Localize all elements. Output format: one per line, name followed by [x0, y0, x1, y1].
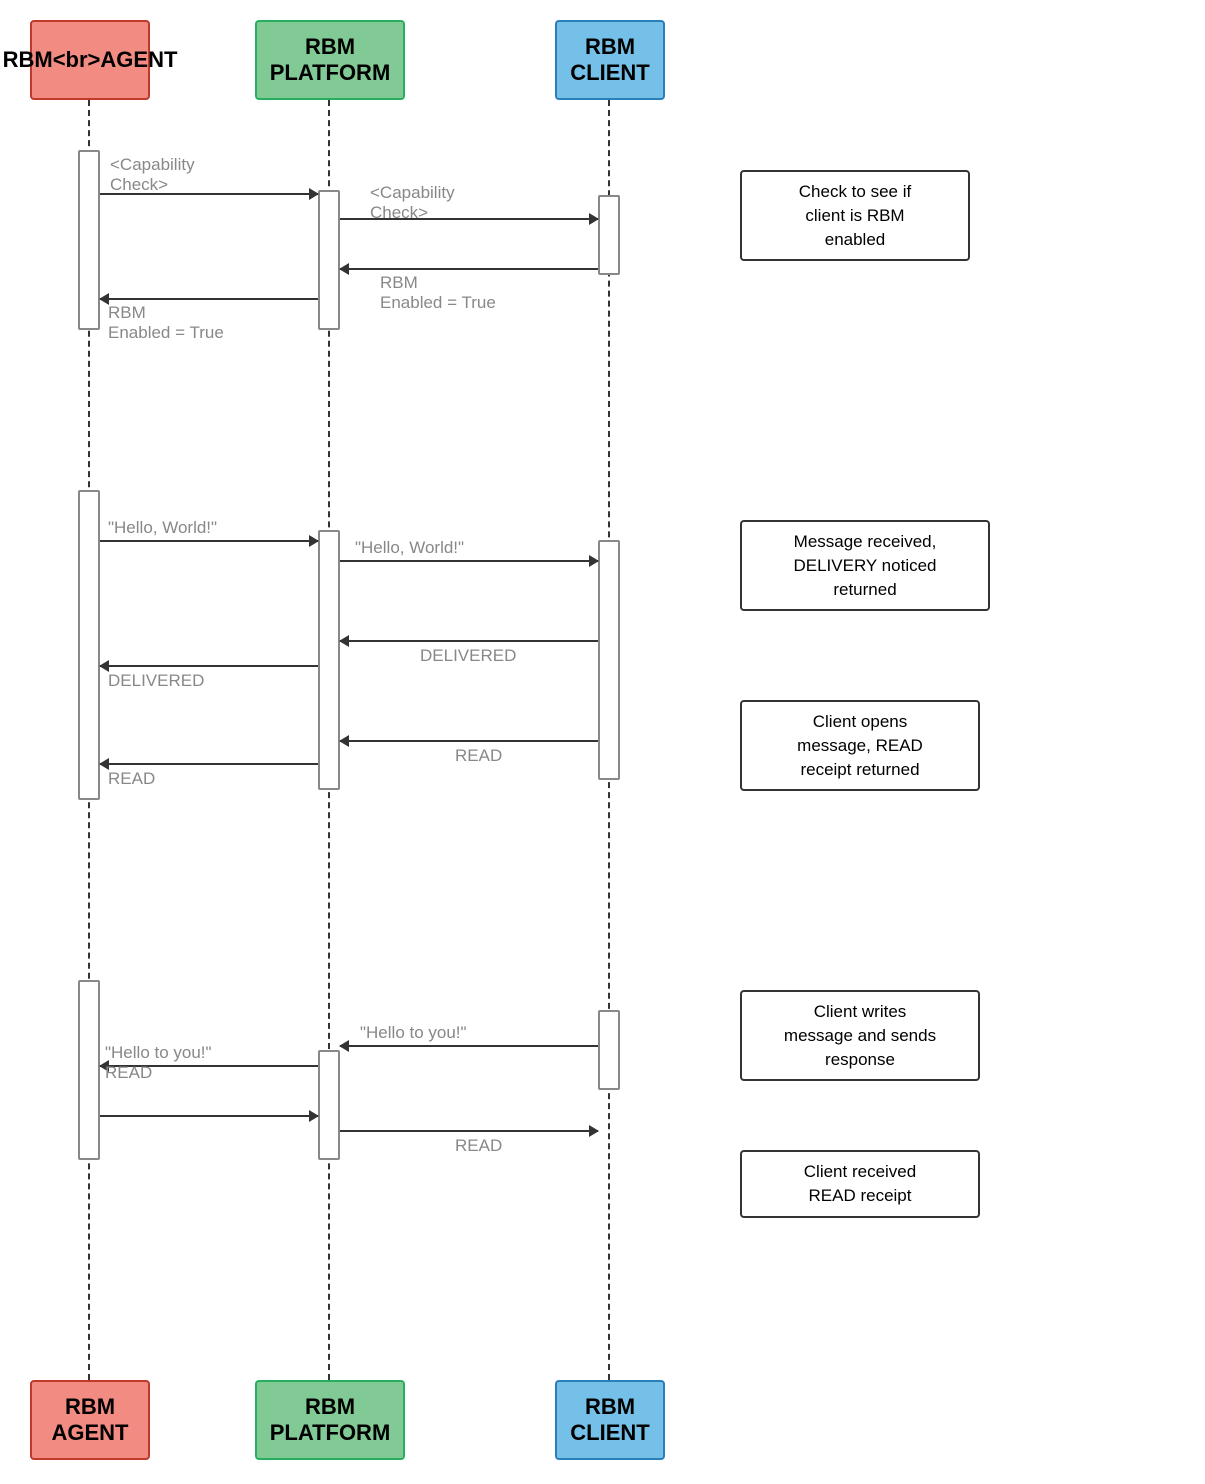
note-read-receipt: Client opensmessage, READreceipt returne… [740, 700, 980, 791]
label-read-1: READ [108, 769, 155, 789]
note-client-read-text: Client receivedREAD receipt [804, 1162, 916, 1205]
arrow-read-1 [100, 763, 318, 765]
actor-platform-bottom: RBMPLATFORM [255, 1380, 405, 1460]
label-hello-to-you-1: "Hello to you!"READ [105, 1043, 212, 1083]
label-delivered-2: DELIVERED [420, 646, 516, 666]
actor-agent-bottom: RBMAGENT [30, 1380, 150, 1460]
label-read-4: READ [455, 1136, 502, 1156]
lifeline-bar-platform-2 [318, 530, 340, 790]
arrow-read-4 [340, 1130, 598, 1132]
note-rbm-enabled-text: Check to see ifclient is RBMenabled [799, 182, 911, 249]
actor-agent-top: RBM<br>AGENT [30, 20, 150, 100]
label-cap-check-2: <CapabilityCheck> [370, 183, 455, 223]
label-rbm-enabled-1: RBMEnabled = True [108, 303, 224, 343]
arrow-hello-to-you-2 [340, 1045, 598, 1047]
lifeline-bar-agent-2 [78, 490, 100, 800]
note-rbm-enabled: Check to see ifclient is RBMenabled [740, 170, 970, 261]
note-client-read: Client receivedREAD receipt [740, 1150, 980, 1218]
arrow-delivered-1 [100, 665, 318, 667]
arrow-hello-1 [100, 540, 318, 542]
lifeline-bar-agent-3 [78, 980, 100, 1160]
lifeline-bar-agent-1 [78, 150, 100, 330]
arrow-read-3 [100, 1115, 318, 1117]
note-delivery: Message received,DELIVERY noticedreturne… [740, 520, 990, 611]
label-hello-to-you-2: "Hello to you!" [360, 1023, 467, 1043]
note-client-writes: Client writesmessage and sendsresponse [740, 990, 980, 1081]
label-read-2: READ [455, 746, 502, 766]
arrow-delivered-2 [340, 640, 598, 642]
note-client-writes-text: Client writesmessage and sendsresponse [784, 1002, 936, 1069]
label-hello-2: "Hello, World!" [355, 538, 464, 558]
lifeline-bar-client-1 [598, 195, 620, 275]
arrow-read-2 [340, 740, 598, 742]
label-hello-1: "Hello, World!" [108, 518, 217, 538]
lifeline-bar-client-3 [598, 1010, 620, 1090]
arrow-rbm-enabled-2 [340, 268, 598, 270]
diagram-container: RBM<br>AGENT RBMPLATFORM RBMCLIENT <Capa… [0, 0, 1205, 1484]
label-rbm-enabled-2: RBMEnabled = True [380, 273, 496, 313]
label-cap-check-1: <CapabilityCheck> [110, 155, 195, 195]
actor-client-bottom: RBMCLIENT [555, 1380, 665, 1460]
lifeline-bar-platform-1 [318, 190, 340, 330]
label-delivered-1: DELIVERED [108, 671, 204, 691]
note-delivery-text: Message received,DELIVERY noticedreturne… [793, 532, 936, 599]
arrow-hello-2 [340, 560, 598, 562]
actor-client-top: RBMCLIENT [555, 20, 665, 100]
actor-platform-top: RBMPLATFORM [255, 20, 405, 100]
lifeline-bar-client-2 [598, 540, 620, 780]
arrow-rbm-enabled-1 [100, 298, 318, 300]
lifeline-bar-platform-3 [318, 1050, 340, 1160]
note-read-receipt-text: Client opensmessage, READreceipt returne… [797, 712, 923, 779]
